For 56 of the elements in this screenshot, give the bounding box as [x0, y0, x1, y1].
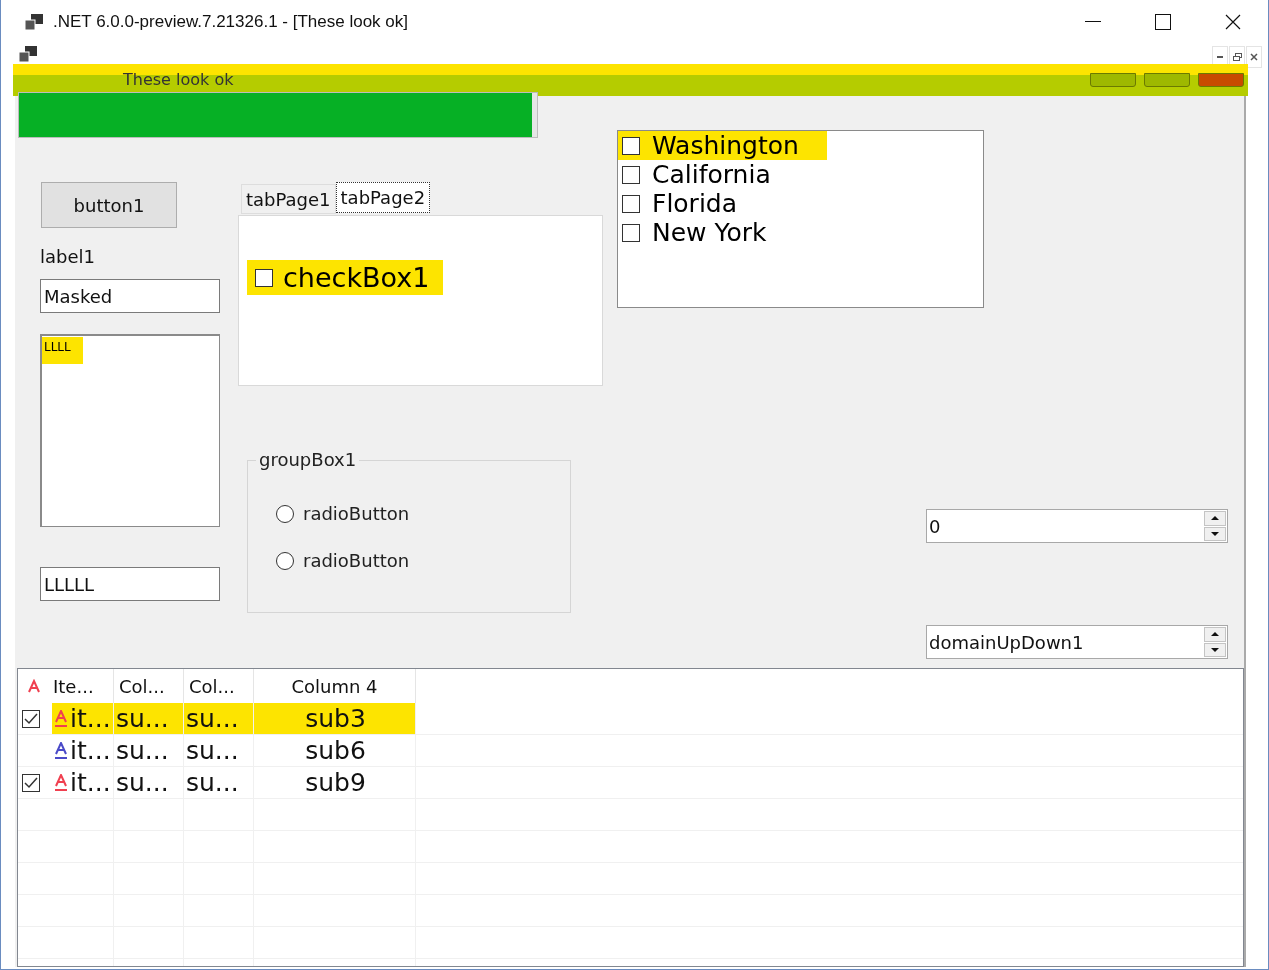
spin-down-button[interactable]: [1204, 642, 1226, 657]
spin-up-button[interactable]: [1204, 511, 1226, 526]
list-row[interactable]: it... su... su... sub3: [52, 703, 416, 734]
minimize-icon: [1085, 21, 1101, 23]
row-checkbox[interactable]: [22, 773, 40, 792]
mdi-child-icon: [19, 46, 37, 62]
table-cell: sub6: [305, 736, 366, 765]
button[interactable]: button1: [41, 182, 177, 228]
checked-list-item[interactable]: California: [618, 160, 799, 189]
app-icon: [25, 14, 43, 30]
restore-icon: [1232, 53, 1242, 61]
maximize-icon: [1155, 14, 1171, 30]
checked-list-box[interactable]: Washington California Florida New York: [617, 130, 984, 308]
up-arrow-icon: [1211, 516, 1219, 521]
checkbox[interactable]: checkBox1: [247, 260, 444, 295]
child-window-title: These look ok: [123, 70, 234, 89]
down-arrow-icon: [1211, 531, 1219, 536]
checked-list-item[interactable]: Florida: [618, 189, 766, 218]
row-checkbox[interactable]: [22, 709, 40, 728]
table-cell: su...: [116, 736, 169, 765]
close-icon: [1250, 53, 1258, 61]
table-cell: sub9: [305, 768, 366, 797]
tab[interactable]: tabPage2: [335, 182, 431, 213]
table-cell: it...: [70, 736, 111, 765]
table-cell: it...: [70, 704, 111, 733]
masked-text-field[interactable]: Masked: [40, 279, 220, 313]
checked-list-item[interactable]: New York: [618, 218, 795, 247]
table-cell: sub3: [305, 704, 366, 733]
radio-button[interactable]: radioButton: [276, 503, 410, 524]
table-cell: su...: [186, 704, 239, 733]
up-arrow-icon: [1211, 632, 1219, 637]
window-title: .NET 6.0.0-preview.7.21326.1 - [These look ok]: [53, 12, 408, 32]
list-box[interactable]: LLLL: [40, 334, 220, 527]
table-cell: su...: [186, 736, 239, 765]
table-cell: it...: [70, 768, 111, 797]
list-box-item[interactable]: LLLL: [42, 337, 83, 364]
close-icon: [1225, 14, 1241, 30]
list-row[interactable]: it... su... su... sub6: [52, 735, 416, 766]
text-field[interactable]: LLLLL: [40, 567, 220, 601]
tab[interactable]: tabPage1: [241, 184, 336, 214]
domain-up-down[interactable]: domainUpDown1: [926, 625, 1228, 659]
minimize-icon: [1217, 56, 1223, 58]
down-arrow-icon: [1211, 647, 1219, 652]
letter-a-icon: [27, 679, 41, 693]
table-cell: su...: [186, 768, 239, 797]
numeric-up-down[interactable]: 0: [926, 509, 1228, 543]
list-row[interactable]: it... su... su... sub9: [52, 767, 416, 798]
checked-list-item[interactable]: Washington: [618, 131, 827, 160]
radio-button[interactable]: radioButton: [276, 550, 410, 571]
label: label1: [40, 246, 95, 267]
spin-up-button[interactable]: [1204, 627, 1226, 642]
spin-down-button[interactable]: [1204, 526, 1226, 541]
mdi-close-button[interactable]: [1246, 46, 1262, 68]
list-view[interactable]: Ite... Col... Col... Column 4 it... su... su... sub3 it... su... su... sub6 it... su... su... sub9: [17, 668, 1244, 967]
table-cell: su...: [116, 768, 169, 797]
table-cell: su...: [116, 704, 169, 733]
